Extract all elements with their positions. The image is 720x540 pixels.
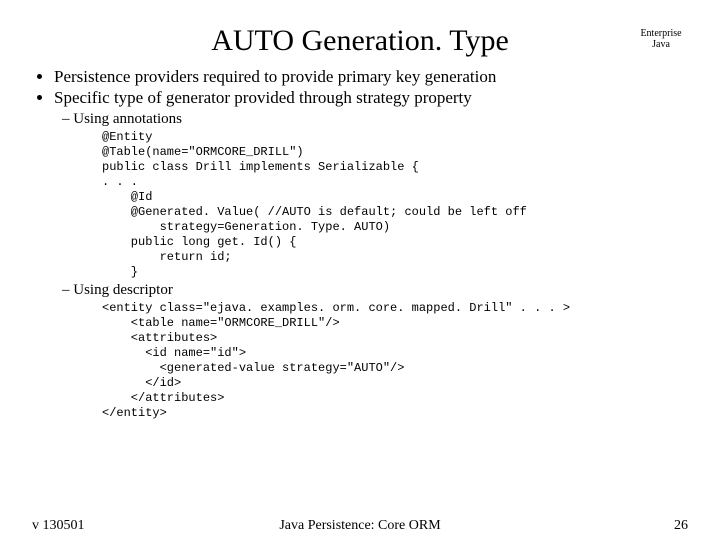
sub-bullet-descriptor: Using descriptor <box>62 282 688 299</box>
code-annotations: @Entity @Table(name="ORMCORE_DRILL") pub… <box>102 130 688 280</box>
sub-bullet-annotations: Using annotations <box>62 111 688 128</box>
corner-line1: Enterprise <box>634 28 688 39</box>
sub-bullet-list-2: Using descriptor <box>32 282 688 299</box>
bullet-2: Specific type of generator provided thro… <box>54 87 688 108</box>
footer-page-number: 26 <box>674 518 688 534</box>
slide: AUTO Generation. Type Enterprise Java Pe… <box>0 0 720 540</box>
sub-bullet-list-1: Using annotations <box>32 111 688 128</box>
bullet-list: Persistence providers required to provid… <box>32 66 688 109</box>
corner-label: Enterprise Java <box>634 28 688 50</box>
bullet-1: Persistence providers required to provid… <box>54 66 688 87</box>
corner-line2: Java <box>634 39 688 50</box>
code-descriptor: <entity class="ejava. examples. orm. cor… <box>102 301 688 421</box>
header: AUTO Generation. Type Enterprise Java <box>32 24 688 58</box>
slide-title: AUTO Generation. Type <box>32 24 688 58</box>
footer-title: Java Persistence: Core ORM <box>32 518 688 534</box>
